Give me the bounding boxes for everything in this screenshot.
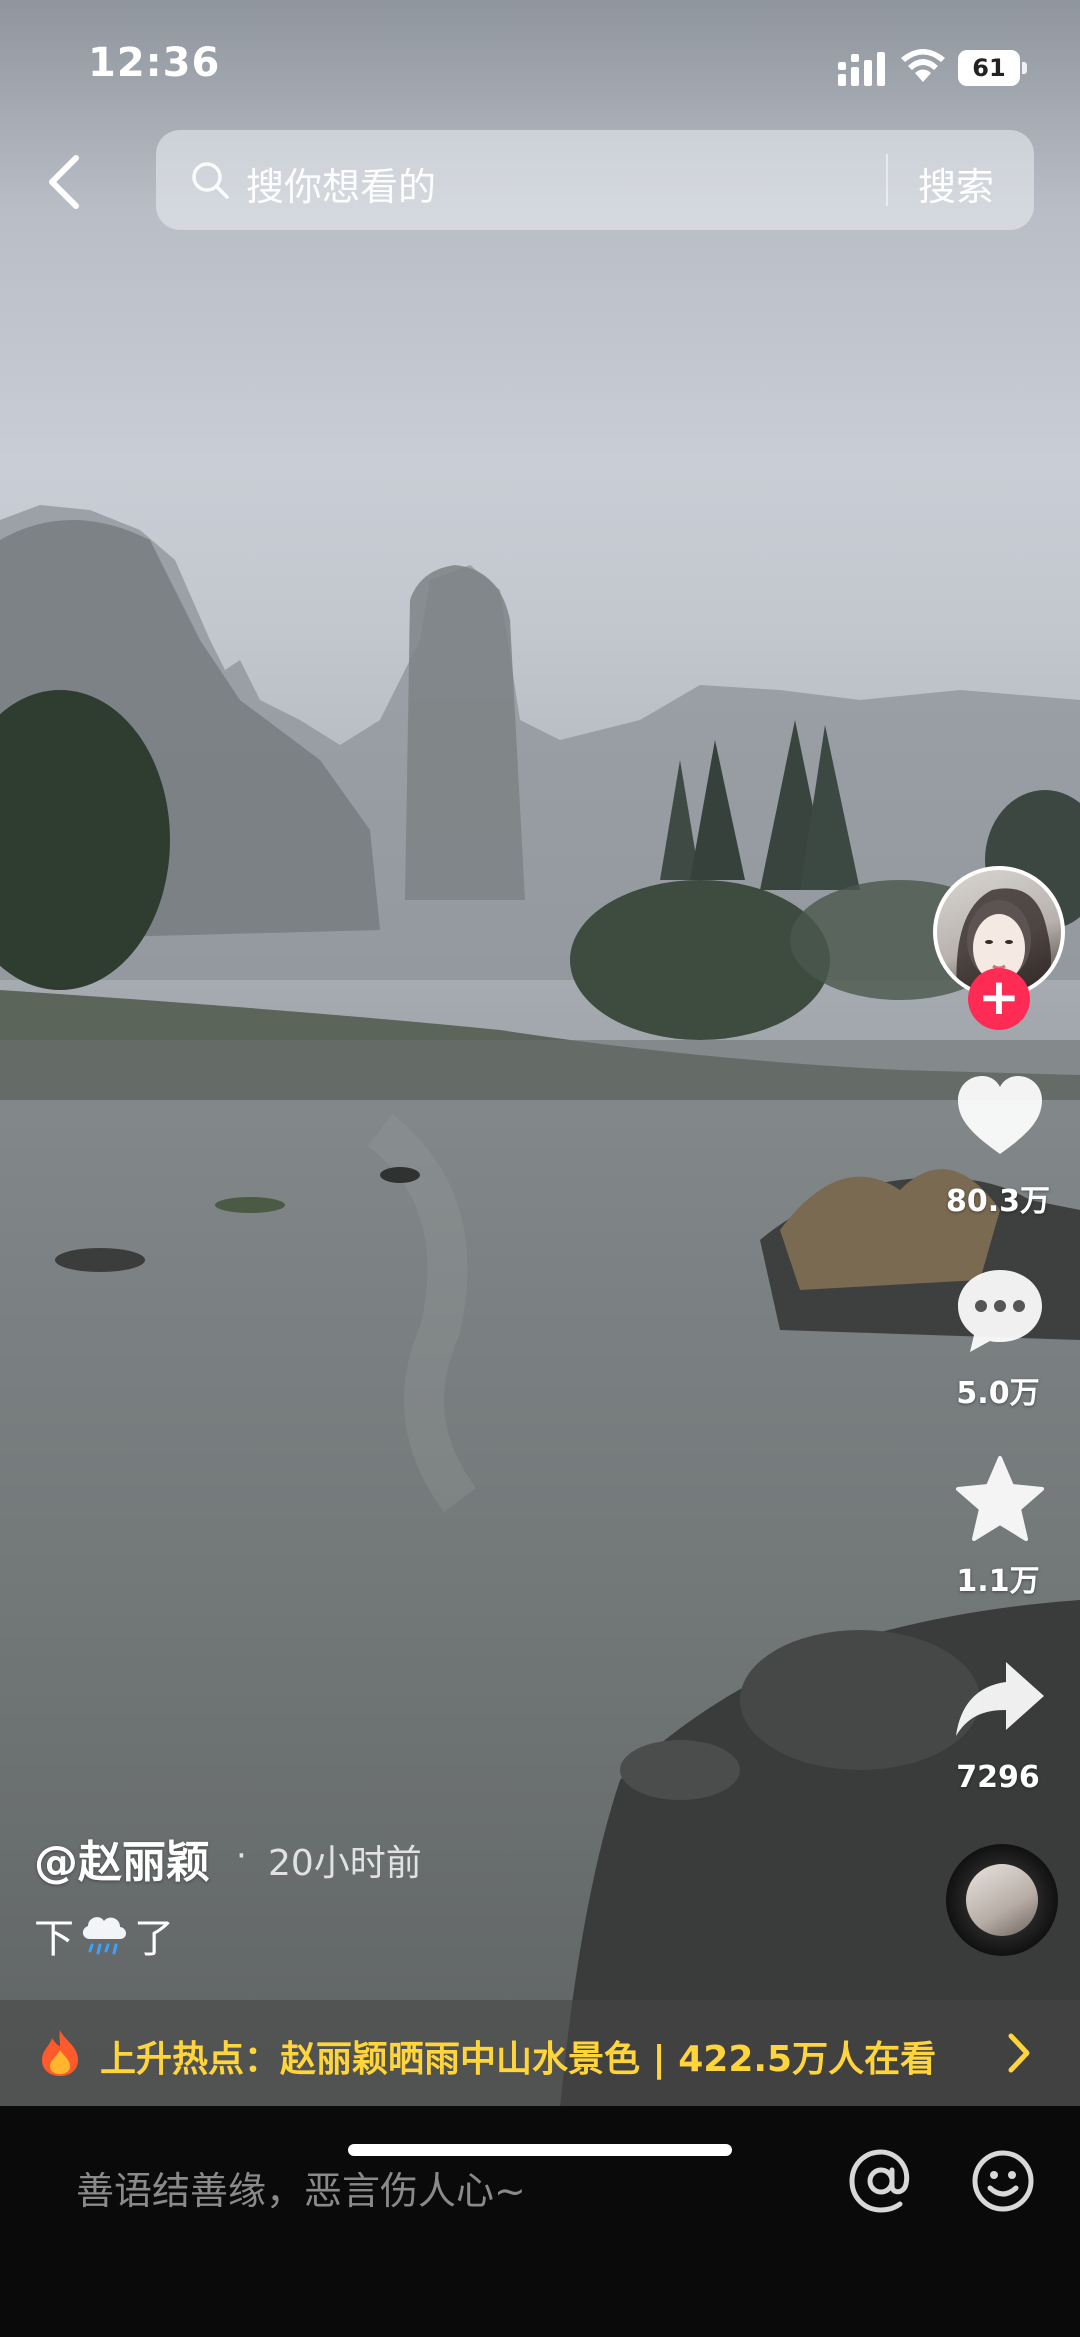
caption-text-after: 了: [134, 1916, 174, 1962]
video-background[interactable]: [0, 0, 1080, 2108]
post-caption[interactable]: 下 了: [34, 1906, 174, 1964]
wifi-icon: [901, 49, 945, 82]
status-bar: 12:36 61: [0, 0, 1080, 130]
smiley-icon[interactable]: [970, 2148, 1036, 2214]
follow-button[interactable]: +: [968, 968, 1030, 1030]
search-button[interactable]: 搜索: [918, 156, 994, 211]
status-time: 12:36: [88, 40, 221, 86]
comment-bar: 善语结善缘，恶言伤人心~: [0, 2106, 1080, 2337]
post-time: 20小时前: [268, 1843, 422, 1884]
hot-topic-text[interactable]: 上升热点：赵丽颖晒雨中山水景色 | 422.5万人在看: [100, 2030, 936, 2082]
comment-input[interactable]: 善语结善缘，恶言伤人心~: [76, 2160, 526, 2215]
search-icon: [192, 162, 229, 199]
star-icon[interactable]: [952, 1452, 1048, 1548]
music-cover: [966, 1864, 1038, 1936]
favorite-count: 1.1万: [956, 1564, 1040, 1599]
battery-indicator: 61: [958, 50, 1028, 86]
music-disc[interactable]: [946, 1844, 1058, 1956]
search-bar[interactable]: 搜你想看的 搜索: [156, 130, 1034, 230]
caption-text-before: 下: [34, 1916, 74, 1962]
comment-count: 5.0万: [956, 1376, 1040, 1411]
author-name[interactable]: @赵丽颖: [34, 1826, 210, 1890]
cloud-rain-emoji-icon: [82, 1917, 126, 1955]
battery-nub: [1022, 62, 1027, 74]
chevron-right-icon[interactable]: [1004, 2030, 1034, 2076]
comment-bubble-icon[interactable]: [952, 1262, 1048, 1358]
like-count: 80.3万: [945, 1184, 1051, 1219]
flame-icon: [42, 2030, 78, 2076]
at-sign-icon[interactable]: [846, 2146, 916, 2216]
search-input[interactable]: 搜你想看的: [246, 156, 436, 211]
misty-landscape-image: [0, 505, 1080, 2108]
heart-icon[interactable]: [952, 1068, 1048, 1164]
battery-level: 61: [958, 50, 1020, 86]
home-indicator[interactable]: [348, 2144, 732, 2156]
hot-topic-banner[interactable]: 上升热点：赵丽颖晒雨中山水景色 | 422.5万人在看: [0, 2000, 1080, 2106]
share-count: 7296: [956, 1760, 1040, 1795]
search-divider: [886, 154, 888, 206]
chevron-left-icon[interactable]: [40, 150, 90, 214]
share-arrow-icon[interactable]: [952, 1654, 1048, 1750]
cellular-signal-icon: [838, 52, 885, 86]
meta-separator: ·: [236, 1836, 247, 1876]
